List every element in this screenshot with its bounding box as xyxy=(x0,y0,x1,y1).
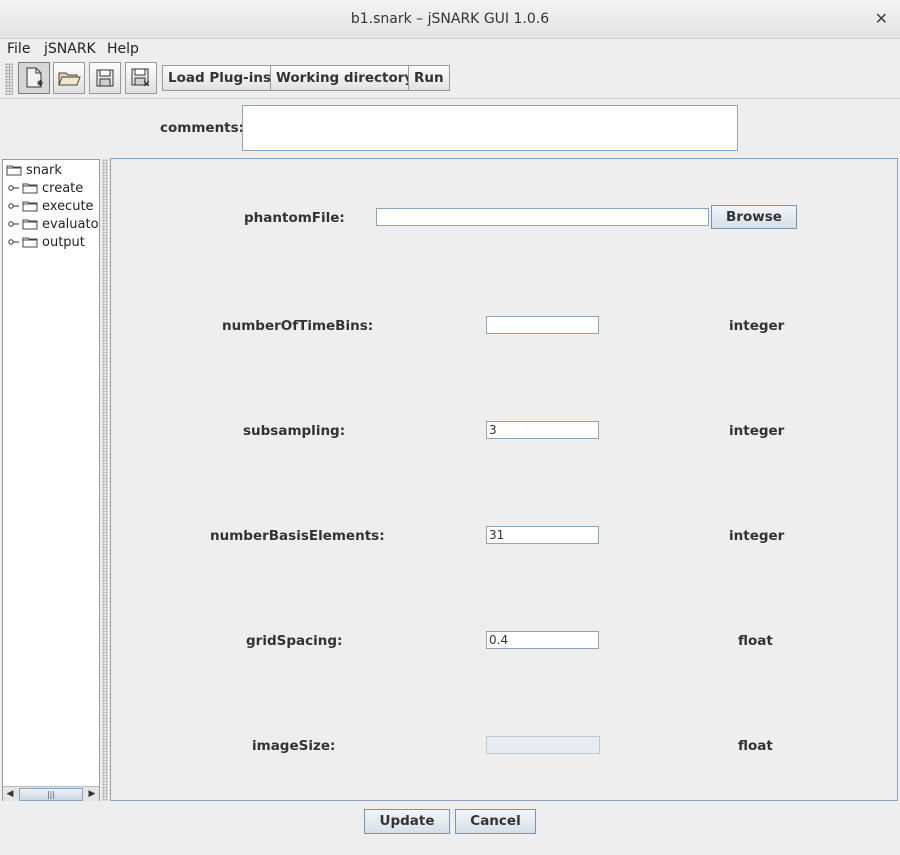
scroll-right-icon[interactable]: ▶ xyxy=(85,787,99,801)
new-document-icon[interactable] xyxy=(18,62,50,94)
close-icon[interactable]: ✕ xyxy=(875,9,888,28)
subsampling-type: integer xyxy=(729,423,785,439)
comments-field[interactable] xyxy=(242,105,738,151)
tree-item-label: create xyxy=(42,180,84,196)
tree-horizontal-scrollbar[interactable]: ◀ ||| ▶ xyxy=(3,786,99,801)
comments-label: comments: xyxy=(160,120,245,136)
update-button[interactable]: Update xyxy=(364,809,450,834)
phantomfile-input[interactable] xyxy=(376,208,709,226)
tree-item-evaluator[interactable]: evaluator xyxy=(8,215,100,233)
gridspacing-input[interactable]: 0.4 xyxy=(486,631,599,649)
folder-icon xyxy=(22,183,38,194)
open-folder-icon[interactable] xyxy=(53,62,85,94)
folder-icon xyxy=(22,237,38,248)
numberbasiselements-input[interactable]: 31 xyxy=(486,526,599,544)
tree-root-label: snark xyxy=(26,162,62,178)
menu-bar: File jSNARK Help xyxy=(0,39,900,59)
tree-view: snark create execute evaluator output xyxy=(2,159,100,801)
tree-item-create[interactable]: create xyxy=(8,179,83,197)
folder-icon xyxy=(22,219,38,230)
gridspacing-label: gridSpacing: xyxy=(246,633,343,649)
imagesize-input xyxy=(486,736,600,754)
parameter-panel: phantomFile: Browse numberOfTimeBins: in… xyxy=(110,158,898,801)
browse-button[interactable]: Browse xyxy=(711,205,797,229)
toolbar-grip[interactable] xyxy=(5,63,13,95)
tree-item-label: output xyxy=(42,234,85,250)
expand-icon[interactable] xyxy=(8,183,20,193)
load-plugins-button[interactable]: Load Plug-ins xyxy=(162,65,278,91)
split-divider[interactable] xyxy=(102,159,108,801)
folder-icon xyxy=(6,165,22,176)
menu-help[interactable]: Help xyxy=(107,41,139,57)
subsampling-label: subsampling: xyxy=(243,423,346,439)
phantomfile-label: phantomFile: xyxy=(244,210,345,226)
toolbar: Load Plug-ins Working directory Run xyxy=(0,60,900,99)
window-title: b1.snark – jSNARK GUI 1.0.6 xyxy=(350,11,550,27)
tree-item-label: evaluator xyxy=(42,216,100,232)
numberbasiselements-type: integer xyxy=(729,528,785,544)
numberoftimebins-type: integer xyxy=(729,318,785,334)
scroll-left-icon[interactable]: ◀ xyxy=(3,787,17,801)
gridspacing-type: float xyxy=(738,633,773,649)
imagesize-type: float xyxy=(738,738,773,754)
numberoftimebins-label: numberOfTimeBins: xyxy=(222,318,374,334)
numberoftimebins-input[interactable] xyxy=(486,316,599,334)
working-directory-button[interactable]: Working directory xyxy=(270,65,420,91)
save-as-icon[interactable] xyxy=(125,62,157,94)
expand-icon[interactable] xyxy=(8,201,20,211)
tree-item-execute[interactable]: execute xyxy=(8,197,94,215)
menu-file[interactable]: File xyxy=(7,41,30,57)
numberbasiselements-label: numberBasisElements: xyxy=(210,528,385,544)
title-bar: b1.snark – jSNARK GUI 1.0.6 ✕ xyxy=(0,0,900,39)
cancel-button[interactable]: Cancel xyxy=(455,809,536,834)
tree-item-output[interactable]: output xyxy=(8,233,85,251)
folder-icon xyxy=(22,201,38,212)
expand-icon[interactable] xyxy=(8,219,20,229)
run-button[interactable]: Run xyxy=(408,65,450,91)
tree-item-label: execute xyxy=(42,198,94,214)
scroll-thumb[interactable]: ||| xyxy=(19,788,83,801)
subsampling-input[interactable]: 3 xyxy=(486,421,599,439)
save-icon[interactable] xyxy=(89,62,121,94)
expand-icon[interactable] xyxy=(8,237,20,247)
tree-root[interactable]: snark xyxy=(6,161,62,179)
menu-jsnark[interactable]: jSNARK xyxy=(44,41,96,57)
imagesize-label: imageSize: xyxy=(252,738,336,754)
